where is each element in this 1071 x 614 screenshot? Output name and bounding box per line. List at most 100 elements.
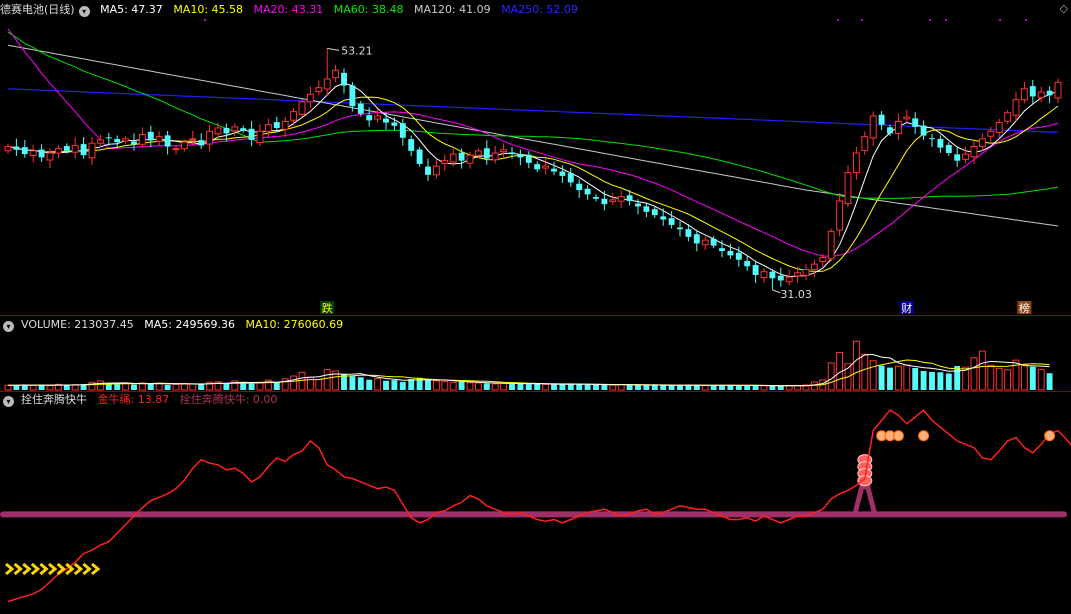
volume-bar — [651, 384, 658, 390]
indicator-name[interactable]: 拴住奔腾快牛 — [21, 393, 87, 406]
candle-body — [13, 146, 20, 150]
volume-bar — [399, 381, 406, 390]
candle-body — [769, 271, 776, 279]
volume-bar — [46, 385, 54, 391]
candle-body — [357, 103, 364, 114]
event-marker: 跌 — [322, 301, 333, 315]
volume-bar — [349, 376, 356, 390]
candle-body — [71, 144, 79, 153]
volume-bar — [1020, 363, 1028, 391]
volume-bar — [617, 384, 625, 391]
volume-bar — [576, 384, 583, 390]
candle-body — [509, 152, 515, 155]
candle-body — [869, 115, 877, 139]
candle-body — [517, 154, 524, 158]
candle-body — [912, 118, 919, 127]
volume-bar — [970, 357, 978, 391]
candle-body — [752, 264, 759, 275]
signal-dot — [929, 19, 931, 21]
volume-bar — [198, 384, 205, 390]
volume-bar — [609, 384, 617, 391]
candle-body — [441, 160, 449, 164]
chart-title[interactable]: 德赛电池(日线) — [0, 3, 75, 16]
candle-body — [223, 127, 230, 134]
candle-body — [542, 165, 550, 169]
candle-body — [903, 116, 911, 120]
volume-bar — [937, 372, 944, 390]
candle-body — [836, 200, 844, 231]
candle-body — [651, 209, 658, 216]
min-pointer — [772, 289, 781, 294]
volume-bar — [189, 383, 197, 391]
candle-body — [978, 138, 986, 147]
collapse-icon[interactable]: ▾ — [78, 6, 90, 17]
ma120-value: MA120: 41.09 — [413, 3, 491, 16]
volume-bar — [777, 386, 784, 390]
volume-bar — [693, 385, 700, 390]
volume-bar — [517, 383, 524, 390]
volume-bar — [172, 383, 180, 391]
candle-body — [399, 123, 406, 138]
volume-bar — [559, 384, 566, 390]
candle-body — [63, 146, 70, 151]
volume-bar — [660, 385, 667, 390]
volume-bar — [374, 378, 382, 391]
candle-body — [332, 69, 340, 79]
volume-bar — [273, 382, 280, 390]
volume-bar — [995, 367, 1003, 391]
volume-bar — [912, 368, 919, 390]
volume-bar — [978, 350, 986, 391]
candle-body — [567, 173, 574, 183]
volume-bar — [719, 385, 725, 390]
candle-body — [954, 154, 961, 161]
volume-legend: ▾ VOLUME: 213037.45 MA5: 249569.36 MA10: … — [0, 318, 350, 332]
collapse-icon[interactable]: ▾ — [3, 396, 14, 407]
volume-bar — [306, 376, 314, 391]
volume-bar — [785, 385, 793, 391]
candle-body — [626, 195, 633, 201]
candle-body — [147, 131, 154, 140]
volume-bar — [290, 375, 298, 391]
volume-bar — [701, 385, 709, 391]
candle-body — [819, 257, 827, 262]
candle-body — [138, 134, 146, 145]
volume-bar — [1029, 366, 1036, 390]
volume-bar — [509, 383, 515, 390]
ma60-value: MA60: 38.48 — [333, 3, 404, 16]
volume-bar — [13, 385, 20, 390]
candle-body — [122, 138, 130, 142]
volume-bar — [903, 364, 911, 391]
volume-bar — [752, 385, 759, 390]
volume-bar — [223, 383, 230, 390]
candle-body — [474, 150, 482, 156]
candle-body — [416, 149, 423, 164]
candle-body — [852, 152, 860, 174]
candle-body — [601, 198, 608, 205]
ma250-value: MA250: 52.09 — [501, 3, 578, 16]
collapse-icon[interactable]: ▾ — [3, 321, 14, 332]
volume-bar — [500, 382, 508, 391]
chevron-icon — [22, 562, 32, 576]
candle-body — [534, 164, 541, 170]
chevron-icon — [5, 562, 15, 576]
candle-body — [668, 218, 675, 225]
chevron-icon — [30, 562, 41, 576]
chevron-icon — [39, 562, 49, 576]
candle-body — [88, 142, 96, 159]
volume-bar — [391, 380, 398, 390]
ma5-line — [7, 82, 1059, 278]
rope-spike — [852, 484, 878, 515]
signal-line — [7, 409, 1071, 603]
candle-body — [1004, 112, 1012, 122]
volume-bar — [281, 378, 289, 391]
signal-dot — [945, 19, 947, 21]
stock-chart[interactable]: 53.21 31.03 跌 财 榜 — [0, 0, 1071, 614]
candle-body — [306, 93, 314, 103]
candle-body — [929, 138, 935, 140]
volume-value: VOLUME: 213037.45 — [21, 318, 134, 331]
volume-bar — [357, 377, 364, 390]
chevron-icon — [56, 562, 66, 576]
candle-body — [1054, 81, 1062, 99]
candle-body — [240, 128, 247, 131]
volume-bar — [4, 384, 12, 391]
